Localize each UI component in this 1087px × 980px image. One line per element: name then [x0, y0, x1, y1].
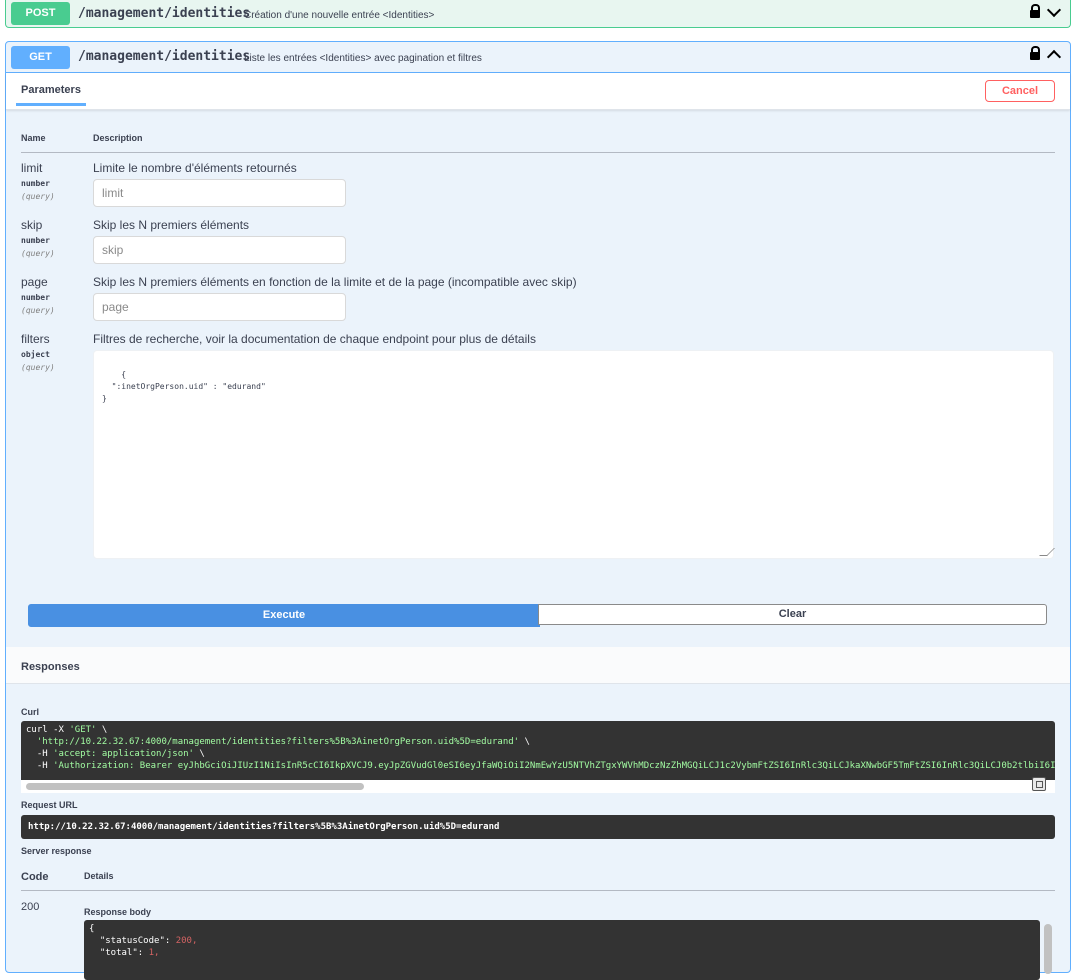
param-desc-limit: Limite le nombre d'éléments retournés: [93, 161, 297, 175]
response-body-block[interactable]: { "statusCode": 200, "total": 1,: [84, 920, 1040, 980]
curl-line: -H 'accept: application/json' \: [26, 749, 205, 759]
response-code: 200: [21, 901, 40, 913]
get-path: /management/identities: [78, 49, 251, 64]
cancel-button[interactable]: Cancel: [985, 80, 1055, 102]
get-operation-header[interactable]: GET /management/identities Liste les ent…: [6, 42, 1070, 73]
param-in-filters: (query): [21, 363, 55, 372]
param-name-limit: limit: [21, 161, 43, 175]
param-type-limit: number: [21, 179, 50, 188]
curl-line: curl -X 'GET' \: [26, 725, 108, 735]
param-name-filters: filters: [21, 332, 50, 346]
body-line: "statusCode": 200,: [89, 936, 198, 946]
body-line: {: [89, 924, 95, 934]
details-header: Details: [84, 871, 114, 881]
get-operation: GET /management/identities Liste les ent…: [5, 41, 1071, 980]
post-summary: Création d'une nouvelle entrée <Identiti…: [244, 10, 435, 21]
param-desc-page: Skip les N premiers éléments en fonction…: [93, 275, 577, 289]
post-path: /management/identities: [78, 6, 251, 21]
code-header: Code: [21, 871, 49, 883]
tab-parameters[interactable]: Parameters: [16, 84, 86, 106]
curl-label: Curl: [21, 707, 39, 717]
post-operation-header[interactable]: POST /management/identities Création d'u…: [5, 0, 1071, 28]
param-type-skip: number: [21, 236, 50, 245]
get-summary: Liste les entrées <Identities> avec pagi…: [244, 53, 482, 64]
get-method-badge: GET: [11, 46, 70, 69]
param-desc-skip: Skip les N premiers éléments: [93, 218, 250, 232]
parameters-tabbar: Parameters Cancel: [6, 73, 1070, 110]
request-url-label: Request URL: [21, 800, 78, 810]
param-name-skip: skip: [21, 218, 43, 232]
execute-button[interactable]: Execute: [28, 604, 540, 627]
filters-textarea[interactable]: { ":inetOrgPerson.uid" : "edurand" }: [93, 350, 1055, 559]
param-type-page: number: [21, 293, 50, 302]
filters-value: { ":inetOrgPerson.uid" : "edurand" }: [102, 370, 266, 403]
col-name-header: Name: [21, 133, 46, 143]
col-description-header: Description: [93, 133, 143, 143]
responses-title: Responses: [21, 661, 80, 673]
curl-scrollbar-thumb[interactable]: [26, 783, 364, 790]
skip-input[interactable]: skip: [93, 236, 346, 264]
param-type-filters: object: [21, 350, 50, 359]
chevron-up-icon[interactable]: [1046, 49, 1062, 65]
request-url-value[interactable]: http://10.22.32.67:4000/management/ident…: [21, 815, 1055, 839]
response-body-label: Response body: [84, 907, 152, 917]
param-in-limit: (query): [21, 192, 55, 201]
post-method-badge: POST: [11, 2, 70, 25]
curl-line: -H 'Authorization: Bearer eyJhbGciOiJIUz…: [26, 761, 1055, 771]
response-divider: [21, 890, 1055, 891]
chevron-down-icon[interactable]: [1046, 2, 1062, 18]
param-name-page: page: [21, 275, 48, 289]
header-divider: [21, 152, 1055, 153]
lock-icon[interactable]: [1030, 46, 1040, 60]
copy-icon[interactable]: [1032, 777, 1046, 791]
param-desc-filters: Filtres de recherche, voir la documentat…: [93, 332, 536, 346]
limit-input[interactable]: limit: [93, 179, 346, 207]
param-in-skip: (query): [21, 249, 55, 258]
clear-button[interactable]: Clear: [538, 604, 1047, 625]
lock-icon[interactable]: [1030, 4, 1040, 18]
curl-line: 'http://10.22.32.67:4000/management/iden…: [36, 737, 530, 747]
responses-header: Responses: [6, 647, 1070, 684]
body-line: "total": 1,: [89, 948, 160, 958]
page-input[interactable]: page: [93, 293, 346, 321]
param-in-page: (query): [21, 306, 55, 315]
resize-handle-icon[interactable]: [1039, 548, 1055, 556]
server-response-label: Server response: [21, 846, 92, 856]
response-body-scrollbar[interactable]: [1044, 924, 1052, 974]
